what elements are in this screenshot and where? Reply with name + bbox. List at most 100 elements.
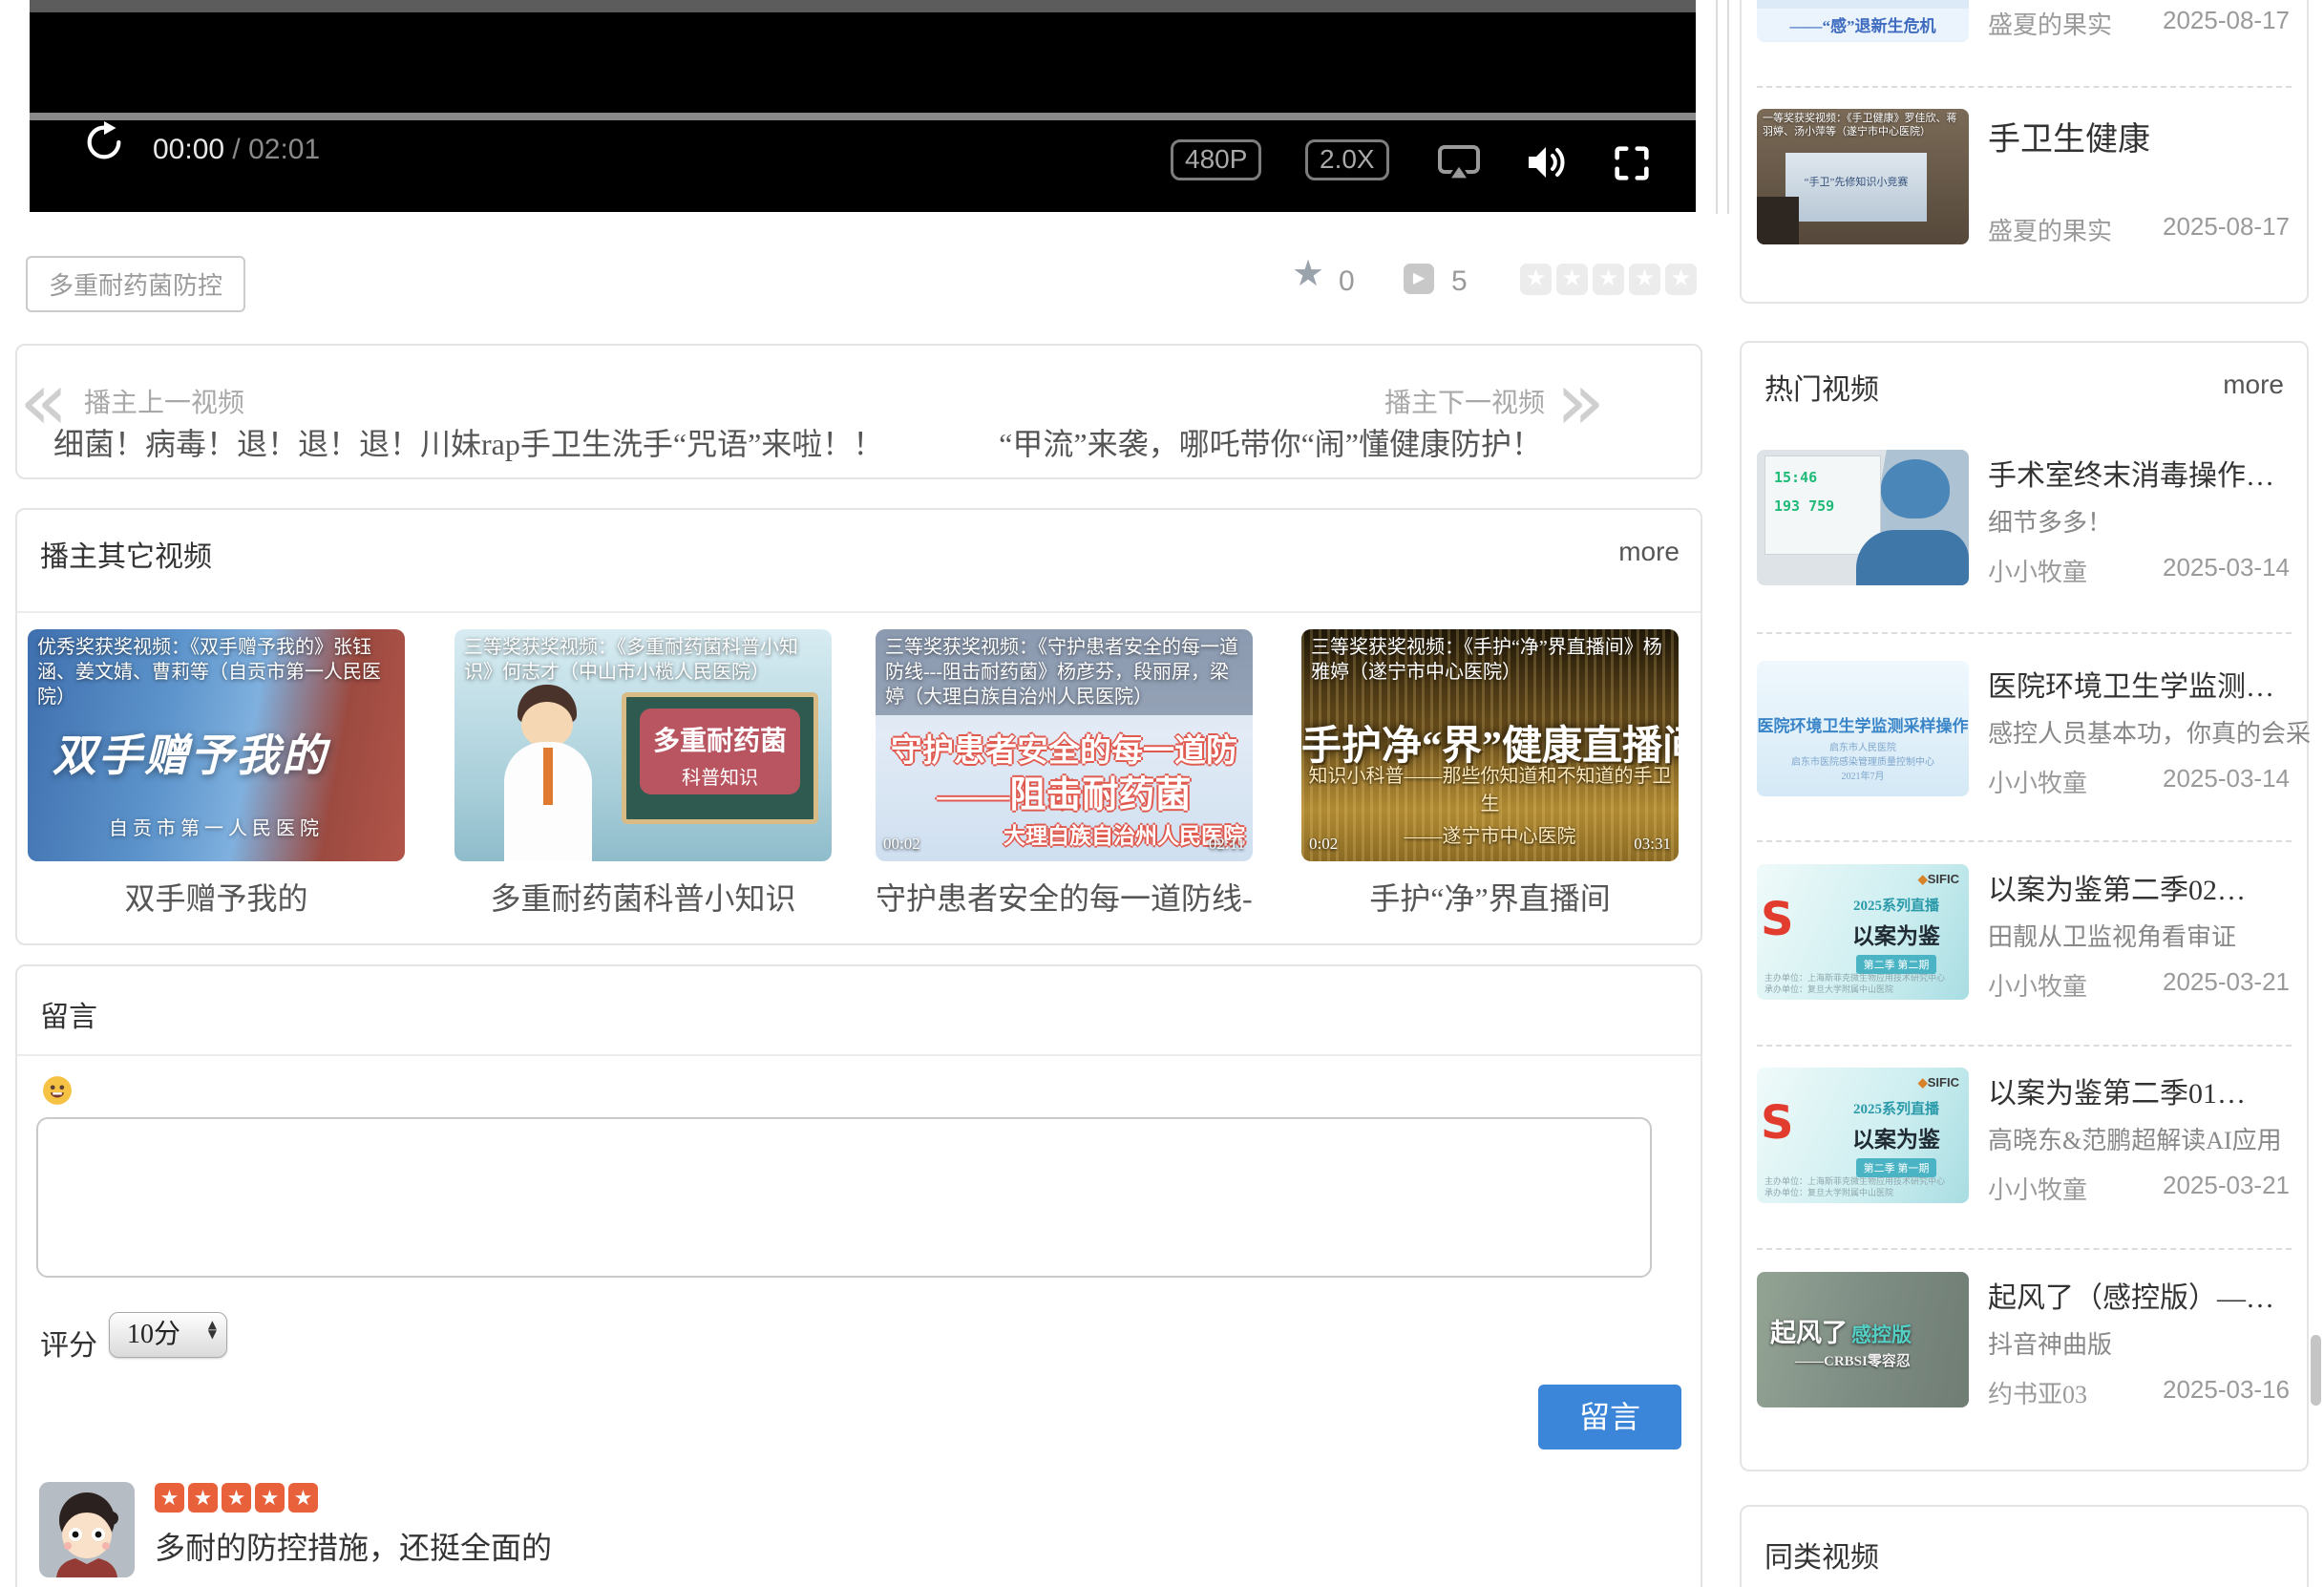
thumb-footer: ——遂宁市中心医院	[1301, 820, 1679, 848]
video-subtitle: 高晓东&范鹏超解读AI应用	[1988, 1121, 2282, 1156]
thumb-line1: 2025系列直播	[1829, 1098, 1963, 1118]
player-scroll-track[interactable]	[1716, 0, 1729, 214]
board-line2: 科普知识	[640, 762, 800, 790]
duration: 02:01	[248, 134, 320, 165]
rating-star-icon[interactable]: ★	[1665, 264, 1697, 295]
video-title[interactable]: 起风了（感控版）—…	[1988, 1274, 2274, 1316]
thumb-line3: 启东市医院感染管理质量控制中心	[1757, 753, 1969, 768]
video-thumbnail[interactable]: S ◆SIFIC 2025系列直播 以案为鉴 第二季 第二期 主办单位：上海斯菲…	[1757, 864, 1969, 1000]
scrollbar-thumb[interactable]	[2311, 1335, 2321, 1406]
comment-input[interactable]	[36, 1117, 1652, 1278]
prev-video-title[interactable]: 细菌！病毒！退！退！退！川妹rap手卫生洗手“咒语”来啦！！	[53, 420, 883, 464]
fullscreen-icon[interactable]	[1610, 141, 1654, 190]
prev-next-card: « 播主上一视频 细菌！病毒！退！退！退！川妹rap手卫生洗手“咒语”来啦！！ …	[15, 344, 1702, 479]
video-thumbnail[interactable]: S ◆SIFIC 2025系列直播 以案为鉴 第二季 第一期 主办单位：上海斯菲…	[1757, 1068, 1969, 1203]
video-title[interactable]: 手护“净”界直播间	[1301, 875, 1679, 919]
divider	[17, 611, 1701, 613]
video-title[interactable]: 以案为鉴第二季02…	[1988, 866, 2246, 908]
divider	[17, 1054, 1701, 1056]
volume-icon[interactable]	[1521, 139, 1571, 190]
nurse-figure	[1856, 530, 1969, 585]
comment-text: 多耐的防控措施，还挺全面的	[155, 1524, 552, 1568]
video-title[interactable]: 以案为鉴第二季01…	[1988, 1069, 2246, 1111]
speed-button[interactable]: 2.0X	[1305, 139, 1389, 180]
thumb-caption: 三等奖获奖视频：《多重耐药菌科普小知识》何志才（中山市小榄人民医院）	[454, 629, 832, 690]
more-link[interactable]: more	[2223, 370, 2284, 400]
hot-videos-card: 热门视频 more 15:46 193 759 手术室终末消毒操作… 细节多多！…	[1740, 341, 2309, 1471]
airplay-icon[interactable]	[1432, 139, 1486, 190]
list-item[interactable]: 15:46 193 759 手术室终末消毒操作… 细节多多！ 小小牧童 2025…	[1742, 450, 2307, 593]
video-thumbnail[interactable]: 守护患者安全的每一道防线 ——阻击耐药菌 大理白族自治州人民医院 00:02 0…	[876, 629, 1253, 861]
thumb-time-start: 0:02	[1309, 835, 1338, 854]
next-video-title[interactable]: “甲流”来袭，哪吒带你“闹”懂健康防护！	[999, 420, 1542, 464]
thumb-line3: ——CRBSI零容忍	[1795, 1350, 1911, 1370]
author: 约书亚03	[1988, 1375, 2087, 1410]
quality-button[interactable]: 480P	[1171, 139, 1261, 180]
video-thumbnail[interactable]: 双手赠予我的 自贡市第一人民医院 优秀奖获奖视频：《双手赠予我的》张钰涵、姜文婧…	[28, 629, 405, 861]
comment-star-icon: ★	[288, 1483, 318, 1513]
rating-star-icon[interactable]: ★	[1629, 264, 1660, 295]
page: 00:00 / 02:01 480P 2.0X	[0, 0, 2324, 1587]
video-thumbnail[interactable]: “手卫”先修知识小竞赛 一等奖获奖视频：《手卫健康》罗佳欣、蒋羽婷、汤小萍等（遂…	[1757, 109, 1969, 244]
thumb-caption: 三等奖获奖视频：《守护患者安全的每一道防线---阻击耐药菌》杨彦芬，段丽屏，梁婷…	[876, 629, 1253, 715]
list-item[interactable]: ——“感”退新生危机 盛夏的果实 2025-08-17	[1742, 0, 2307, 44]
thumb-line2: 启东市人民医院	[1757, 739, 1969, 753]
more-link[interactable]: more	[1618, 537, 1680, 567]
dashed-divider	[1757, 1045, 2292, 1047]
favorite-star-icon[interactable]: ★	[1292, 256, 1324, 292]
video-thumbnail[interactable]: 15:46 193 759	[1757, 450, 1969, 585]
date: 2025-03-14	[2163, 553, 2290, 582]
list-item[interactable]: 医院环境卫生学监测采样操作 启东市人民医院 启东市医院感染管理质量控制中心 20…	[1742, 661, 2307, 804]
author: 盛夏的果实	[1988, 6, 2112, 41]
sific-s-logo: S	[1761, 893, 1794, 946]
rating-star-icon[interactable]: ★	[1593, 264, 1624, 295]
thumb-caption: 优秀奖获奖视频：《双手赠予我的》张钰涵、姜文婧、曹莉等（自贡市第一人民医院）	[28, 629, 405, 715]
rating-select-value: 10分	[127, 1320, 180, 1349]
list-item[interactable]: “手卫”先修知识小竞赛 一等奖获奖视频：《手卫健康》罗佳欣、蒋羽婷、汤小萍等（遂…	[1742, 109, 2307, 300]
list-item[interactable]: S ◆SIFIC 2025系列直播 以案为鉴 第二季 第一期 主办单位：上海斯菲…	[1742, 1068, 2307, 1211]
rating-widget[interactable]: ★ ★ ★ ★ ★	[1520, 264, 1697, 295]
list-item[interactable]: 起风了 感控版 ——CRBSI零容忍 起风了（感控版）—… 抖音神曲版 约书亚0…	[1742, 1272, 2307, 1415]
time-display: 00:00 / 02:01	[153, 134, 320, 166]
thumb-time-end: 03:31	[1634, 835, 1671, 854]
video-thumbnail[interactable]: 手护净“界”健康直播间 知识小科普——那些你知道和不知道的手卫生 ——遂宁市中心…	[1301, 629, 1679, 861]
next-chevron-icon[interactable]: »	[1556, 361, 1605, 441]
video-player[interactable]: 00:00 / 02:01 480P 2.0X	[30, 0, 1696, 212]
submit-comment-button[interactable]: 留言	[1538, 1385, 1681, 1449]
video-tag-button[interactable]: 多重耐药菌防控	[26, 256, 245, 312]
rating-select[interactable]: 10分 ▲▼	[109, 1312, 227, 1358]
thumb-time-end: 02:11	[1209, 835, 1245, 854]
thumb-main-line2: ——阻击耐药菌	[876, 765, 1253, 817]
refresh-icon[interactable]	[82, 120, 126, 169]
video-title[interactable]: 手术室终末消毒操作…	[1988, 452, 2274, 494]
video-title[interactable]: 手卫生健康	[1988, 113, 2150, 159]
video-thumbnail[interactable]: 医院环境卫生学监测采样操作 启东市人民医院 启东市医院感染管理质量控制中心 20…	[1757, 661, 1969, 796]
dashed-divider	[1757, 86, 2292, 88]
select-arrows-icon: ▲▼	[208, 1320, 217, 1339]
video-thumbnail[interactable]: 多重耐药菌 科普知识 三等奖获奖视频：《多重耐药菌科普小知识》何志才（中山市小榄…	[454, 629, 832, 861]
date: 2025-03-21	[2163, 967, 2290, 997]
list-item[interactable]: S ◆SIFIC 2025系列直播 以案为鉴 第二季 第二期 主办单位：上海斯菲…	[1742, 864, 2307, 1007]
emoji-icon[interactable]	[42, 1075, 73, 1111]
thumb-line1: 起风了	[1770, 1319, 1848, 1347]
video-thumbnail[interactable]: ——“感”退新生危机	[1757, 0, 1969, 42]
video-thumbnail[interactable]: 起风了 感控版 ——CRBSI零容忍	[1757, 1272, 1969, 1407]
thumb-line1: 2025系列直播	[1829, 895, 1963, 915]
rating-star-icon[interactable]: ★	[1556, 264, 1588, 295]
date: 2025-03-21	[2163, 1171, 2290, 1200]
avatar	[39, 1482, 135, 1582]
uploader-videos-card: 播主其它视频 more 双手赠予我的 自贡市第一人民医院 优秀奖获奖视频：《双手…	[15, 508, 1702, 945]
comment-rating: ★ ★ ★ ★ ★	[155, 1483, 318, 1513]
video-title[interactable]: 守护患者安全的每一道防线--…	[876, 875, 1253, 919]
rating-star-icon[interactable]: ★	[1520, 264, 1552, 295]
board-line1: 多重耐药菌	[640, 720, 800, 758]
thumb-sub-text: 自贡市第一人民医院	[28, 813, 405, 840]
video-title[interactable]: 医院环境卫生学监测…	[1988, 663, 2274, 705]
video-subtitle: 感控人员基本功，你真的会采	[1988, 714, 2311, 750]
thumb-time-start: 00:02	[883, 835, 920, 854]
video-title[interactable]: 双手赠予我的	[28, 875, 405, 919]
seek-bar[interactable]	[30, 113, 1696, 120]
video-title[interactable]: 多重耐药菌科普小知识	[454, 875, 832, 919]
video-subtitle: 田靓从卫监视角看审证	[1988, 918, 2236, 953]
date: 2025-08-17	[2163, 212, 2290, 242]
